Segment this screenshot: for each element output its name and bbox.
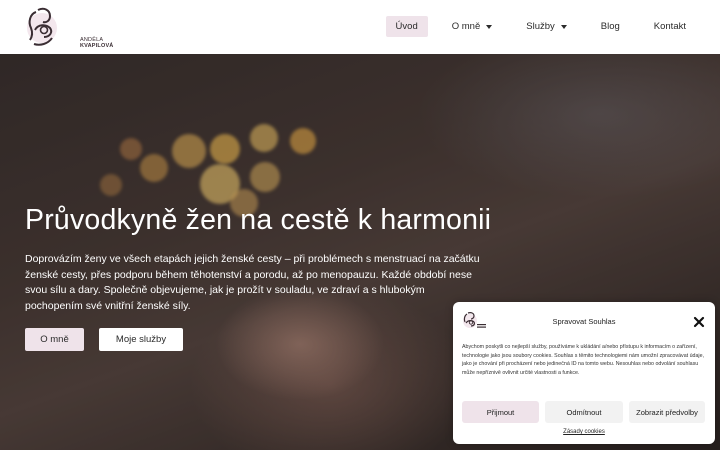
logo-line-2: KVAPILOVÁ [80, 43, 114, 49]
nav-item-kontakt[interactable]: Kontakt [644, 16, 696, 37]
nav-label: Úvod [395, 21, 418, 32]
nav-label: Služby [526, 21, 555, 32]
accept-button[interactable]: Přijmout [462, 401, 539, 423]
close-icon[interactable] [693, 315, 705, 328]
nav-label: O mně [451, 21, 481, 32]
nav-item-blog[interactable]: Blog [591, 16, 630, 37]
nav-item-o-mne[interactable]: O mně [442, 16, 503, 37]
main-nav: Úvod O mně Služby Blog Kontakt [372, 16, 696, 37]
site-logo[interactable]: ANDĚLA KVAPILOVÁ [26, 4, 113, 50]
nav-label: Blog [600, 21, 620, 32]
cookie-consent-dialog: Spravovat Souhlas Abychom poskytli co ne… [453, 302, 715, 444]
deny-button[interactable]: Odmítnout [545, 401, 623, 423]
about-me-button[interactable]: O mně [25, 328, 84, 351]
my-services-button[interactable]: Moje služby [99, 328, 183, 351]
hero-description: Doprovázím ženy ve všech etapách jejich … [25, 253, 480, 312]
site-header: ANDĚLA KVAPILOVÁ Úvod O mně Služby Blog … [0, 0, 720, 54]
chevron-down-icon [560, 24, 567, 29]
chevron-down-icon [486, 24, 493, 29]
hero-title: Průvodkyně žen na cestě k harmonii [25, 204, 492, 236]
view-preferences-button[interactable]: Zobrazit předvolby [629, 401, 705, 423]
nav-label: Kontakt [653, 21, 686, 32]
nav-item-uvod[interactable]: Úvod [385, 16, 428, 37]
consent-title: Spravovat Souhlas [552, 317, 616, 326]
logo-text: ANDĚLA KVAPILOVÁ [80, 37, 113, 49]
nav-item-sluzby[interactable]: Služby [516, 16, 577, 37]
logo-mother-child-icon [27, 7, 57, 46]
consent-body-text: Abychom poskytli co nejlepší služby, pou… [462, 344, 705, 376]
cookie-policy-link[interactable]: Zásady cookies [453, 429, 715, 435]
